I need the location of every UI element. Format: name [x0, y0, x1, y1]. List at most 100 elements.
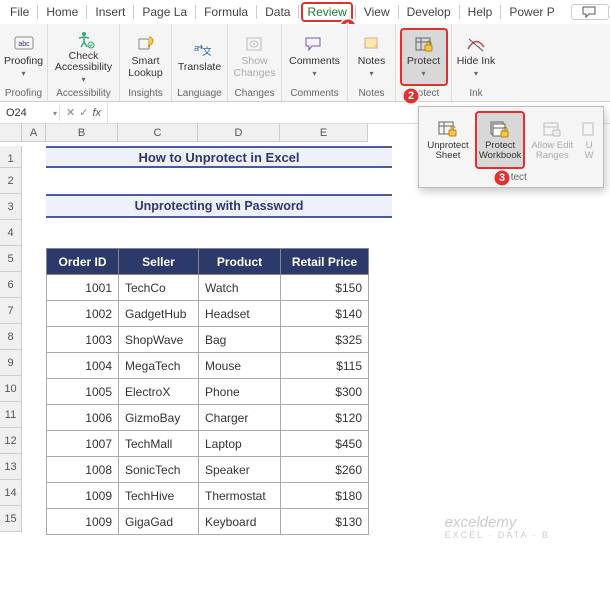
formula-bar[interactable] [107, 102, 147, 123]
col-header-b[interactable]: B [46, 124, 118, 142]
cell-price[interactable]: $180 [281, 483, 369, 509]
cell-price[interactable]: $120 [281, 405, 369, 431]
unprotect-sheet-button[interactable]: Unprotect Sheet [423, 111, 473, 169]
tab-review[interactable]: Review 1 [301, 2, 352, 22]
table-row[interactable]: 1005ElectroXPhone$300 [47, 379, 369, 405]
cell-seller[interactable]: MegaTech [119, 353, 199, 379]
row-header[interactable]: 7 [0, 298, 22, 324]
table-row[interactable]: 1008SonicTechSpeaker$260 [47, 457, 369, 483]
row-header[interactable]: 14 [0, 480, 22, 506]
comments-button[interactable]: Comments ▾ [285, 28, 344, 86]
cell-order-id[interactable]: 1006 [47, 405, 119, 431]
cell-order-id[interactable]: 1003 [47, 327, 119, 353]
cancel-formula-icon[interactable]: ✕ [66, 106, 75, 119]
row-header[interactable]: 1 [0, 146, 22, 168]
table-row[interactable]: 1006GizmoBayCharger$120 [47, 405, 369, 431]
table-row[interactable]: 1003ShopWaveBag$325 [47, 327, 369, 353]
proofing-button[interactable]: abc Proofing ▾ [0, 28, 48, 86]
row-header[interactable]: 11 [0, 402, 22, 428]
cell-price[interactable]: $260 [281, 457, 369, 483]
row-header[interactable]: 3 [0, 194, 22, 220]
table-row[interactable]: 1009GigaGadKeyboard$130 [47, 509, 369, 535]
hide-ink-button[interactable]: Hide Ink ▾ [452, 28, 500, 86]
cell-price[interactable]: $150 [281, 275, 369, 301]
row-header[interactable]: 10 [0, 376, 22, 402]
unshare-workbook-button[interactable]: U W [579, 111, 599, 169]
cell-product[interactable]: Keyboard [199, 509, 281, 535]
table-row[interactable]: 1004MegaTechMouse$115 [47, 353, 369, 379]
cell-seller[interactable]: GizmoBay [119, 405, 199, 431]
cell-order-id[interactable]: 1007 [47, 431, 119, 457]
tab-help[interactable]: Help [462, 2, 499, 22]
table-row[interactable]: 1002GadgetHubHeadset$140 [47, 301, 369, 327]
translate-button[interactable]: a文 Translate [174, 28, 225, 86]
row-header[interactable]: 8 [0, 324, 22, 350]
col-header-c[interactable]: C [118, 124, 198, 142]
protect-workbook-button[interactable]: Protect Workbook 3 [475, 111, 525, 169]
row-header[interactable]: 13 [0, 454, 22, 480]
cell-product[interactable]: Watch [199, 275, 281, 301]
cell-seller[interactable]: TechCo [119, 275, 199, 301]
cell-order-id[interactable]: 1008 [47, 457, 119, 483]
fx-icon[interactable]: fx [92, 107, 101, 119]
cell-seller[interactable]: TechMall [119, 431, 199, 457]
notes-button[interactable]: Notes ▾ [348, 28, 396, 86]
tab-file[interactable]: File [4, 2, 35, 22]
cell-seller[interactable]: GadgetHub [119, 301, 199, 327]
table-row[interactable]: 1001TechCoWatch$150 [47, 275, 369, 301]
cell-product[interactable]: Charger [199, 405, 281, 431]
comments-pane-button[interactable] [571, 4, 609, 20]
tab-home[interactable]: Home [40, 2, 84, 22]
cell-seller[interactable]: ElectroX [119, 379, 199, 405]
tab-insert[interactable]: Insert [89, 2, 131, 22]
cell-order-id[interactable]: 1005 [47, 379, 119, 405]
allow-edit-ranges-button[interactable]: Allow Edit Ranges [527, 111, 577, 169]
col-header-d[interactable]: D [198, 124, 280, 142]
cell-product[interactable]: Speaker [199, 457, 281, 483]
cell-seller[interactable]: ShopWave [119, 327, 199, 353]
cell-order-id[interactable]: 1002 [47, 301, 119, 327]
cell-order-id[interactable]: 1004 [47, 353, 119, 379]
tab-develop[interactable]: Develop [401, 2, 457, 22]
cell-product[interactable]: Laptop [199, 431, 281, 457]
row-header[interactable]: 9 [0, 350, 22, 376]
cell-seller[interactable]: SonicTech [119, 457, 199, 483]
table-row[interactable]: 1007TechMallLaptop$450 [47, 431, 369, 457]
row-header[interactable]: 12 [0, 428, 22, 454]
tab-data[interactable]: Data [259, 2, 296, 22]
tab-power-pivot[interactable]: Power P [503, 2, 560, 22]
tab-view[interactable]: View [358, 2, 396, 22]
row-header[interactable]: 4 [0, 220, 22, 246]
row-header[interactable]: 6 [0, 272, 22, 298]
cell-price[interactable]: $325 [281, 327, 369, 353]
show-changes-button[interactable]: Show Changes [229, 28, 279, 86]
tab-formula[interactable]: Formula [198, 2, 254, 22]
smart-lookup-button[interactable]: Smart Lookup [122, 28, 170, 86]
cell-price[interactable]: $115 [281, 353, 369, 379]
cell-price[interactable]: $140 [281, 301, 369, 327]
tab-page-layout[interactable]: Page La [136, 2, 193, 22]
table-row[interactable]: 1009TechHiveThermostat$180 [47, 483, 369, 509]
enter-formula-icon[interactable]: ✓ [79, 106, 88, 119]
cell-price[interactable]: $450 [281, 431, 369, 457]
col-header-e[interactable]: E [280, 124, 368, 142]
protect-button[interactable]: Protect ▾ [400, 28, 448, 86]
cell-seller[interactable]: TechHive [119, 483, 199, 509]
select-all-corner[interactable] [0, 124, 22, 142]
check-accessibility-button[interactable]: Check Accessibility ▾ [51, 28, 116, 86]
row-header[interactable]: 5 [0, 246, 22, 272]
col-header-a[interactable]: A [22, 124, 46, 142]
cell-price[interactable]: $130 [281, 509, 369, 535]
cell-price[interactable]: $300 [281, 379, 369, 405]
cell-product[interactable]: Bag [199, 327, 281, 353]
row-header[interactable]: 15 [0, 506, 22, 532]
cell-order-id[interactable]: 1009 [47, 509, 119, 535]
name-box[interactable]: O24 ▾ [0, 105, 60, 121]
cell-product[interactable]: Mouse [199, 353, 281, 379]
cell-order-id[interactable]: 1001 [47, 275, 119, 301]
cell-product[interactable]: Phone [199, 379, 281, 405]
row-header[interactable]: 2 [0, 168, 22, 194]
cell-seller[interactable]: GigaGad [119, 509, 199, 535]
cell-order-id[interactable]: 1009 [47, 483, 119, 509]
cell-product[interactable]: Headset [199, 301, 281, 327]
